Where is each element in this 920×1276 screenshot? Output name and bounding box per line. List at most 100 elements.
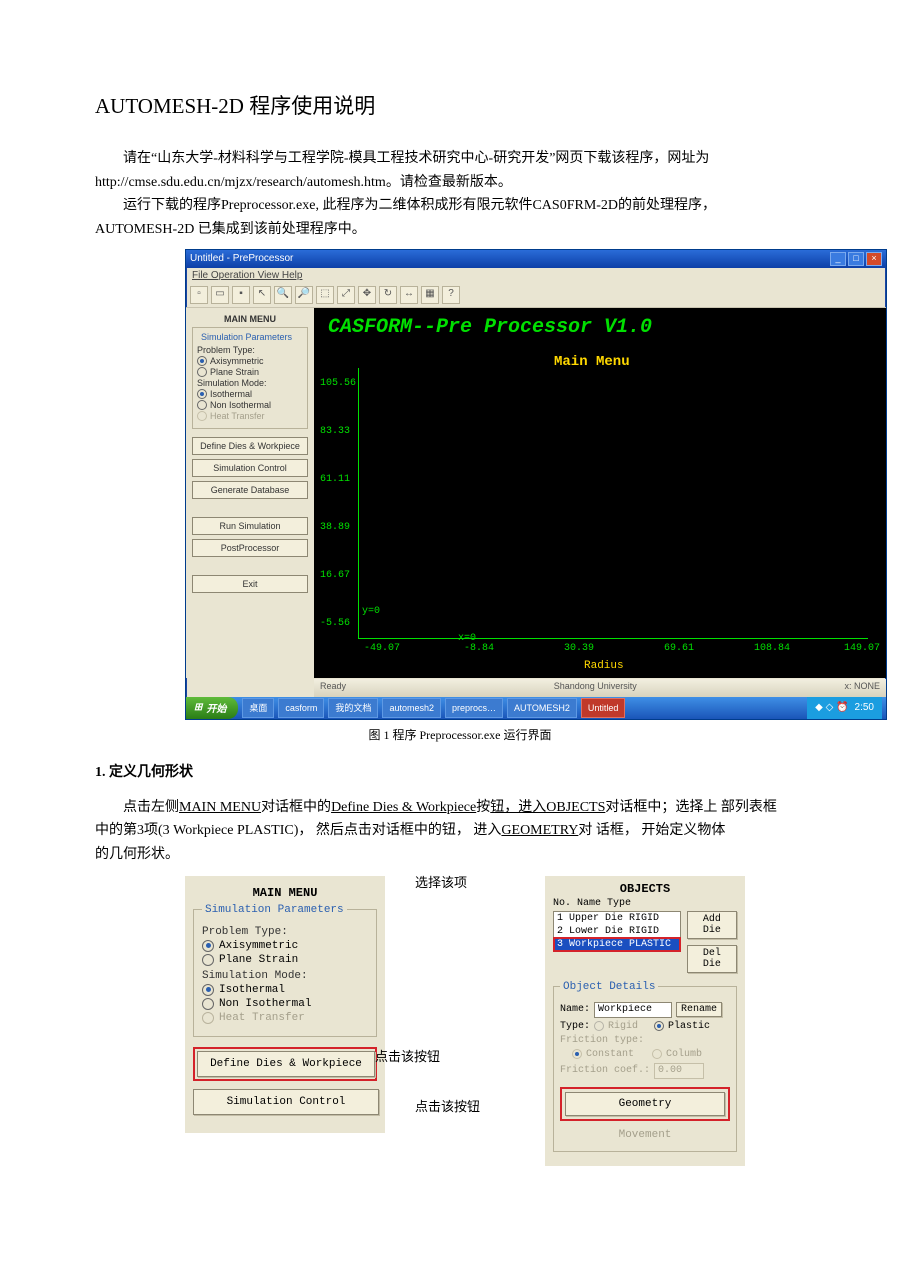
- radio-non-iso-label: Non Isothermal: [210, 400, 271, 410]
- tool-refresh-icon[interactable]: ↻: [379, 286, 397, 304]
- non-iso-label: Non Isothermal: [219, 998, 311, 1010]
- post-processor-button[interactable]: PostProcessor: [192, 539, 308, 557]
- radio-dot-icon: [197, 400, 207, 410]
- taskbar-item[interactable]: AUTOMESH2: [507, 698, 577, 718]
- list-item[interactable]: 2 Lower Die RIGID: [554, 925, 680, 938]
- radio-dot-icon: [202, 998, 214, 1010]
- figure-1-caption: 图 1 程序 Preprocessor.exe 运行界面: [95, 726, 825, 743]
- tool-pan-icon[interactable]: ✥: [358, 286, 376, 304]
- sim-control-button[interactable]: Simulation Control: [193, 1089, 379, 1115]
- plastic-label: Plastic: [668, 1021, 710, 1032]
- tool-cursor-icon[interactable]: ↖: [253, 286, 271, 304]
- columb-label: Columb: [666, 1049, 702, 1060]
- del-die-button[interactable]: Del Die: [687, 945, 737, 973]
- radio-isothermal[interactable]: Isothermal: [202, 984, 368, 996]
- intro-paragraph-1b: http://cmse.sdu.edu.cn/mjzx/research/aut…: [95, 172, 825, 194]
- p3c: 按: [476, 800, 490, 815]
- system-tray: ◆ ◇ ⏰ 2:50: [807, 697, 882, 719]
- p3-mainmenu-link: MAIN MENU: [179, 800, 261, 815]
- status-bar: Ready Shandong University x: NONE: [314, 679, 886, 697]
- radio-isothermal[interactable]: Isothermal: [197, 389, 303, 399]
- add-die-button[interactable]: Add Die: [687, 911, 737, 939]
- app-window: Untitled - PreProcessor _ □ × File Opera…: [185, 249, 887, 720]
- tool-fit-icon[interactable]: ⤢: [337, 286, 355, 304]
- screenshot-1: Untitled - PreProcessor _ □ × File Opera…: [185, 249, 825, 720]
- rename-button[interactable]: Rename: [676, 1002, 722, 1017]
- radio-heat-transfer: Heat Transfer: [202, 1012, 368, 1024]
- p3d: 对话框中；选择上 部列表框: [605, 800, 777, 815]
- status-right: x: NONE: [844, 681, 880, 695]
- taskbar-item[interactable]: 桌面: [242, 698, 274, 718]
- para1-text: 请在“山东大学-材料科学与工程学院-模具工程技术研究中心-研究开发”网页下载该程…: [123, 151, 709, 166]
- movement-button: Movement: [560, 1129, 730, 1141]
- y-tick: -5.56: [320, 618, 350, 629]
- x-axis-label: Radius: [584, 660, 624, 672]
- tool-measure-icon[interactable]: ↔: [400, 286, 418, 304]
- taskbar-item[interactable]: 我的文档: [328, 698, 378, 718]
- click-annotation-2: 点击该按钮: [415, 1096, 480, 1115]
- title-bar: Untitled - PreProcessor _ □ ×: [186, 250, 886, 268]
- radio-axisymmetric-label: Axisymmetric: [210, 356, 264, 366]
- taskbar-item[interactable]: preprocs…: [445, 698, 503, 718]
- sim-params-legend: Simulation Parameters: [199, 332, 294, 342]
- tool-grid-icon[interactable]: ▦: [421, 286, 439, 304]
- objects-columns: No. Name Type: [553, 898, 737, 909]
- start-button[interactable]: ⊞ 开始: [186, 697, 238, 719]
- taskbar-item[interactable]: casform: [278, 698, 324, 718]
- panel-a-header: MAIN MENU: [193, 886, 377, 900]
- tray-time: 2:50: [855, 702, 874, 713]
- tool-help-icon[interactable]: ?: [442, 286, 460, 304]
- radio-heat-transfer-label: Heat Transfer: [210, 411, 265, 421]
- annotation-column: 选择该项 点击该按钮 点击该按钮: [405, 876, 525, 896]
- radio-non-isothermal[interactable]: Non Isothermal: [197, 400, 303, 410]
- name-label: Name:: [560, 1004, 590, 1015]
- list-item[interactable]: 1 Upper Die RIGID: [554, 912, 680, 925]
- x-tick: -49.07: [364, 643, 400, 654]
- sim-params-legend: Simulation Parameters: [202, 904, 347, 916]
- tool-save-icon[interactable]: ▪: [232, 286, 250, 304]
- radio-heat-transfer: Heat Transfer: [197, 411, 303, 421]
- list-item-selected[interactable]: 3 Workpiece PLASTIC: [554, 938, 680, 951]
- x-tick: 69.61: [664, 643, 694, 654]
- toolbar: ▫ ▭ ▪ ↖ 🔍 🔎 ⬚ ⤢ ✥ ↻ ↔ ▦ ?: [186, 283, 886, 308]
- minimize-button[interactable]: _: [830, 252, 846, 266]
- name-input[interactable]: [594, 1002, 672, 1018]
- menu-bar[interactable]: File Operation View Help: [186, 268, 886, 283]
- objects-panel: OBJECTS No. Name Type 1 Upper Die RIGID …: [545, 876, 745, 1166]
- radio-dot-icon: [202, 940, 214, 952]
- p3-geometry-link: GEOMETRY: [501, 823, 578, 838]
- tool-open-icon[interactable]: ▭: [211, 286, 229, 304]
- tool-zoomout-icon[interactable]: 🔎: [295, 286, 313, 304]
- x-tick: 149.07: [844, 643, 880, 654]
- objects-list[interactable]: 1 Upper Die RIGID 2 Lower Die RIGID 3 Wo…: [553, 911, 681, 952]
- run-sim-button[interactable]: Run Simulation: [192, 517, 308, 535]
- tool-zoomarea-icon[interactable]: ⬚: [316, 286, 334, 304]
- radio-axisymmetric[interactable]: Axisymmetric: [202, 940, 368, 952]
- define-dies-button[interactable]: Define Dies & Workpiece: [192, 437, 308, 455]
- x-tick: 30.39: [564, 643, 594, 654]
- sim-control-button[interactable]: Simulation Control: [192, 459, 308, 477]
- maximize-button[interactable]: □: [848, 252, 864, 266]
- radio-dot-icon: [202, 1012, 214, 1024]
- close-button[interactable]: ×: [866, 252, 882, 266]
- doc-title: AUTOMESH-2D 程序使用说明: [95, 90, 825, 120]
- radio-axisymmetric[interactable]: Axisymmetric: [197, 356, 303, 366]
- radio-plane-strain[interactable]: Plane Strain: [202, 954, 368, 966]
- tool-zoomin-icon[interactable]: 🔍: [274, 286, 292, 304]
- window-title: Untitled - PreProcessor: [190, 253, 293, 264]
- intro-paragraph-2: 运行下载的程序Preprocessor.exe, 此程序为二维体积成形有限元软件…: [95, 195, 825, 217]
- define-dies-button[interactable]: Define Dies & Workpiece: [197, 1051, 375, 1077]
- radio-non-isothermal[interactable]: Non Isothermal: [202, 998, 368, 1010]
- y-tick: 61.11: [320, 474, 350, 485]
- taskbar-item-active[interactable]: Untitled: [581, 698, 626, 718]
- generate-db-button[interactable]: Generate Database: [192, 481, 308, 499]
- radio-plane-strain[interactable]: Plane Strain: [197, 367, 303, 377]
- problem-type-label: Problem Type:: [197, 345, 303, 355]
- taskbar-item[interactable]: automesh2: [382, 698, 441, 718]
- start-icon: ⊞: [194, 702, 202, 713]
- geometry-button[interactable]: Geometry: [565, 1092, 725, 1116]
- tool-new-icon[interactable]: ▫: [190, 286, 208, 304]
- exit-button[interactable]: Exit: [192, 575, 308, 593]
- geometry-button-highlight: Geometry: [560, 1087, 730, 1121]
- y-tick: 105.56: [320, 378, 356, 389]
